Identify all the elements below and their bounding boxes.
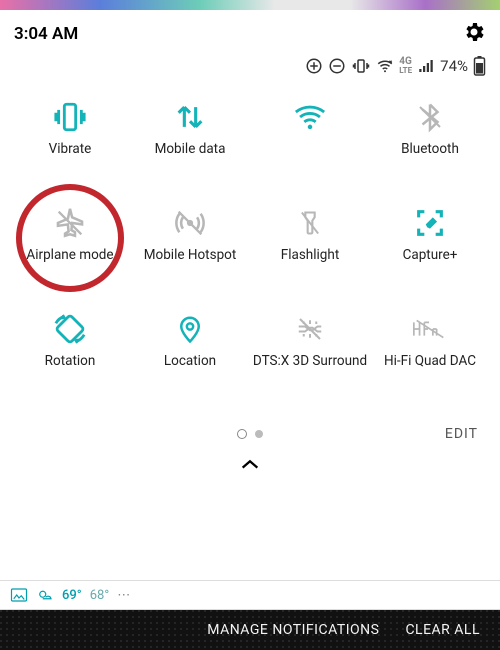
page-dot-2 xyxy=(255,430,263,438)
weather-notification-row[interactable]: 69° 68° ⋯ xyxy=(0,580,500,610)
hotspot-icon xyxy=(173,206,207,240)
bluetooth-icon xyxy=(415,100,445,134)
flashlight-icon xyxy=(296,206,324,240)
edit-button[interactable]: EDIT xyxy=(445,426,478,442)
tile-label: Mobile data xyxy=(155,142,226,172)
weather-more: ⋯ xyxy=(117,588,130,603)
add-circle-icon xyxy=(305,57,323,75)
tile-label: Location xyxy=(164,354,216,384)
tile-location[interactable]: Location xyxy=(130,312,250,384)
clear-all-button[interactable]: CLEAR ALL xyxy=(405,622,480,638)
collapse-chevron-icon[interactable] xyxy=(0,456,500,475)
tile-dtsx-surround[interactable]: DTS:X 3D Surround xyxy=(250,312,370,384)
tile-hifi-dac[interactable]: Hi-Fi Quad DAC xyxy=(370,312,490,384)
picture-icon xyxy=(10,587,28,603)
tile-label: Capture+ xyxy=(403,248,458,278)
tile-vibrate[interactable]: Vibrate xyxy=(10,100,130,172)
tile-label: Mobile Hotspot xyxy=(144,248,237,278)
wifi-icon xyxy=(292,100,328,134)
tile-bluetooth[interactable]: Bluetooth xyxy=(370,100,490,172)
weather-hi: 69° xyxy=(62,588,82,603)
tile-label: Flashlight xyxy=(281,248,340,278)
tile-label: Rotation xyxy=(45,354,96,384)
tile-wifi[interactable] xyxy=(250,100,370,172)
page-dot-1 xyxy=(237,429,247,439)
notification-gradient xyxy=(0,0,500,10)
page-indicator: EDIT xyxy=(0,422,500,446)
capture-icon xyxy=(413,206,447,240)
tile-label: Airplane mode xyxy=(26,248,113,278)
tile-label: Vibrate xyxy=(49,142,92,172)
status-icons-row: 4GLTE 74% xyxy=(0,52,500,92)
bottom-action-bar: MANAGE NOTIFICATIONS CLEAR ALL xyxy=(0,610,500,650)
manage-notifications-button[interactable]: MANAGE NOTIFICATIONS xyxy=(207,622,379,638)
location-icon xyxy=(175,312,205,346)
mobile-data-icon xyxy=(173,100,207,134)
top-row: 3:04 AM xyxy=(0,10,500,52)
tile-airplane-mode[interactable]: Airplane mode xyxy=(10,206,130,278)
tile-mobile-hotspot[interactable]: Mobile Hotspot xyxy=(130,206,250,278)
quick-settings-grid: Vibrate Mobile data Bluetooth Airplane m… xyxy=(0,92,500,384)
tile-label: Hi-Fi Quad DAC xyxy=(384,354,476,384)
battery-percent: 74% xyxy=(440,57,468,75)
dnd-icon xyxy=(328,57,346,75)
clock-time: 3:04 AM xyxy=(14,24,78,44)
airplane-icon xyxy=(53,206,87,240)
tile-rotation[interactable]: Rotation xyxy=(10,312,130,384)
tile-capture-plus[interactable]: Capture+ xyxy=(370,206,490,278)
vibrate-icon xyxy=(53,100,87,134)
wifi-status-icon xyxy=(376,57,394,75)
settings-gear-icon[interactable] xyxy=(462,20,486,48)
cell-signal-icon xyxy=(417,57,435,75)
vibrate-status-icon xyxy=(351,57,371,75)
rotation-icon xyxy=(53,312,87,346)
tile-label: DTS:X 3D Surround xyxy=(253,354,367,384)
hifi-icon xyxy=(411,312,449,346)
dtsx-icon xyxy=(293,312,327,346)
battery-icon xyxy=(473,56,486,76)
tile-label: Bluetooth xyxy=(401,142,459,172)
tile-flashlight[interactable]: Flashlight xyxy=(250,206,370,278)
network-4glte-icon: 4GLTE xyxy=(399,57,412,75)
weather-lo: 68° xyxy=(90,588,109,603)
tile-mobile-data[interactable]: Mobile data xyxy=(130,100,250,172)
weather-icon xyxy=(36,587,54,603)
